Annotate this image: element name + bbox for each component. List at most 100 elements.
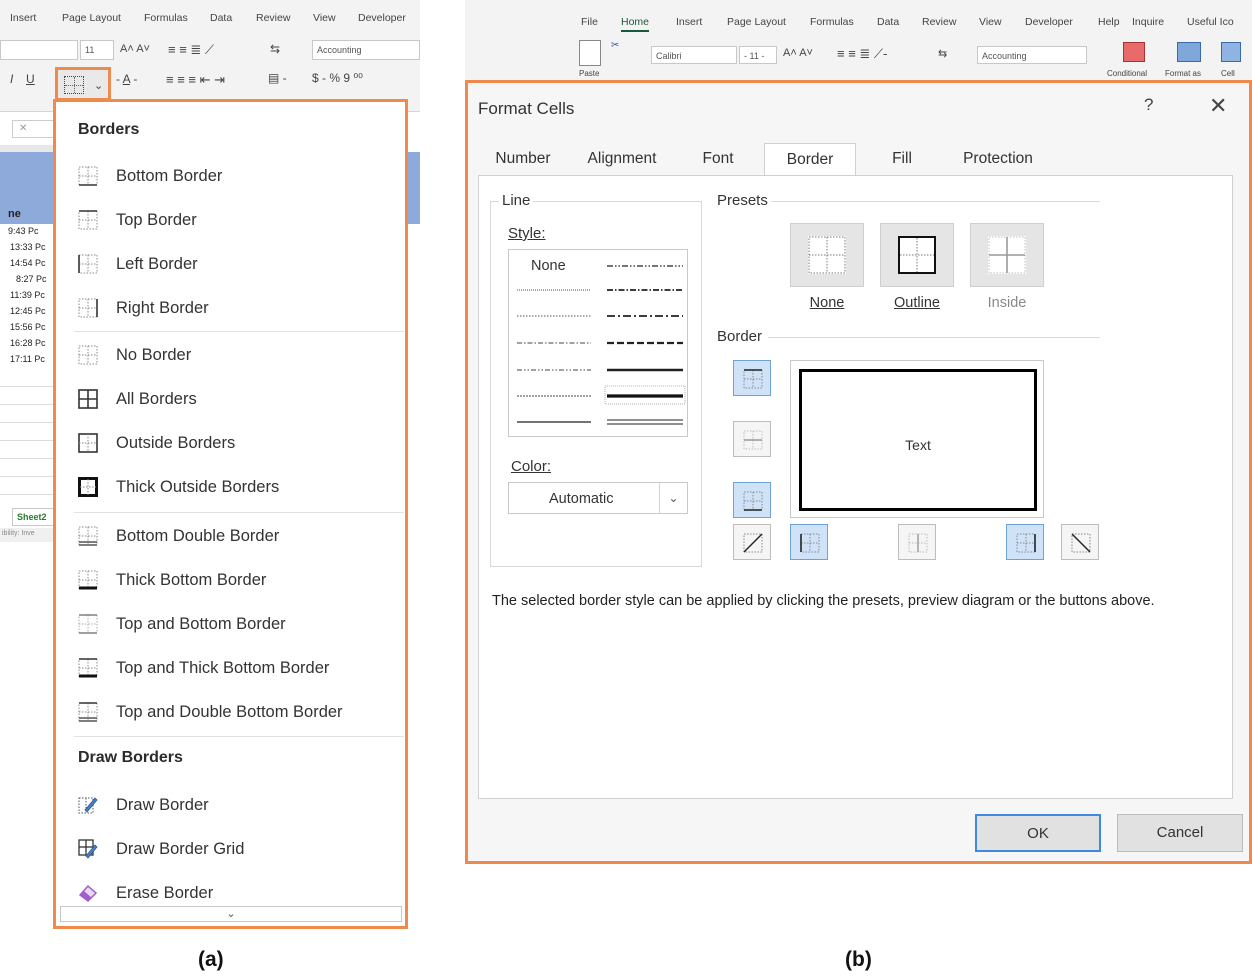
number-format-value: Accounting: [317, 45, 362, 55]
align-icons[interactable]: ≡ ≡ ≣ ⟋-: [837, 46, 887, 62]
border-top-button[interactable]: [733, 360, 771, 396]
tab-file[interactable]: File: [581, 16, 598, 28]
cell-styles-icon[interactable]: [1221, 42, 1241, 62]
cut-icon[interactable]: ✂: [611, 40, 619, 51]
color-dropdown[interactable]: Automatic ⌄: [508, 482, 688, 514]
tab-formulas[interactable]: Formulas: [810, 16, 854, 28]
tab-alignment[interactable]: Alignment: [572, 143, 672, 176]
tab-useful-icons[interactable]: Useful Ico: [1187, 16, 1234, 28]
borders-button[interactable]: ⌄: [55, 67, 111, 101]
chevron-down-icon[interactable]: ⌄: [659, 483, 687, 513]
menu-item-all-borders[interactable]: All Borders: [74, 379, 399, 419]
wrap-text-icon[interactable]: ⇆: [270, 42, 280, 56]
tab-view[interactable]: View: [979, 16, 1002, 28]
tab-page-layout[interactable]: Page Layout: [62, 12, 121, 24]
menu-item-thick-bottom-border[interactable]: Thick Bottom Border: [74, 560, 399, 600]
paste-icon[interactable]: [579, 40, 601, 66]
menu-separator: [74, 736, 404, 737]
tab-developer[interactable]: Developer: [1025, 16, 1073, 28]
tab-review[interactable]: Review: [922, 16, 956, 28]
grow-shrink-font-icon[interactable]: A˄ A˅: [120, 43, 150, 55]
align-icons[interactable]: ≡ ≡ ≡ ⇤ ⇥: [166, 72, 225, 88]
tab-inquire[interactable]: Inquire: [1132, 16, 1164, 28]
font-color-icon[interactable]: - A -: [116, 72, 137, 86]
merge-icon[interactable]: ▤ -: [268, 71, 287, 85]
border-right-button[interactable]: [1006, 524, 1044, 560]
number-format-combo[interactable]: Accounting: [977, 46, 1087, 64]
menu-item-thick-outside-borders[interactable]: Thick Outside Borders: [74, 467, 399, 507]
wrap-text-icon[interactable]: ⇆: [938, 47, 947, 60]
preset-inside-button[interactable]: [970, 223, 1044, 287]
menu-scroll-down[interactable]: ⌄: [60, 906, 402, 922]
italic-icon[interactable]: I: [10, 72, 13, 86]
border-diagonal-down-button[interactable]: [1061, 524, 1099, 560]
close-icon[interactable]: ✕: [1209, 93, 1227, 119]
diagonal-up-border-icon: [743, 533, 763, 553]
tab-border[interactable]: Border: [764, 143, 856, 176]
font-size-value: 11: [85, 45, 95, 55]
tab-fill[interactable]: Fill: [862, 143, 942, 176]
menu-item-right-border[interactable]: Right Border: [74, 288, 399, 328]
preview-text: Text: [905, 437, 931, 453]
tab-help[interactable]: Help: [1098, 16, 1120, 28]
ok-button[interactable]: OK: [975, 814, 1101, 852]
preset-outline-button[interactable]: [880, 223, 954, 287]
caption-b: (b): [845, 948, 872, 971]
underline-icon[interactable]: U: [26, 72, 35, 86]
border-inside-vertical-button[interactable]: [898, 524, 936, 560]
tab-developer[interactable]: Developer: [358, 12, 406, 24]
font-size-combo[interactable]: 11: [80, 40, 114, 60]
cancel-button[interactable]: Cancel: [1117, 814, 1243, 852]
menu-item-no-border[interactable]: No Border: [74, 335, 399, 375]
font-name-combo[interactable]: Calibri: [651, 46, 737, 64]
border-left-button[interactable]: [790, 524, 828, 560]
border-bottom-button[interactable]: [733, 482, 771, 518]
conditional-formatting-icon[interactable]: [1123, 42, 1145, 62]
number-format-combo[interactable]: Accounting: [312, 40, 420, 60]
tab-view[interactable]: View: [313, 12, 336, 24]
line-style-list[interactable]: None: [508, 249, 688, 437]
menu-item-outside-borders[interactable]: Outside Borders: [74, 423, 399, 463]
border-diagonal-up-button[interactable]: [733, 524, 771, 560]
bottom-double-border-icon: [78, 526, 98, 546]
preset-inside-icon: [988, 236, 1026, 274]
tab-review[interactable]: Review: [256, 12, 290, 24]
tab-insert[interactable]: Insert: [10, 12, 36, 24]
font-name-combo[interactable]: [0, 40, 78, 60]
sheet-tab[interactable]: Sheet2: [12, 508, 56, 526]
menu-item-top-bottom-border[interactable]: Top and Bottom Border: [74, 604, 399, 644]
tab-font[interactable]: Font: [678, 143, 758, 176]
menu-item-bottom-double-border[interactable]: Bottom Double Border: [74, 516, 399, 556]
align-top-icons[interactable]: ≡ ≡ ≣ ⟋: [168, 42, 214, 58]
menu-item-top-border[interactable]: Top Border: [74, 200, 399, 240]
tab-data[interactable]: Data: [877, 16, 899, 28]
tab-page-layout[interactable]: Page Layout: [727, 16, 786, 28]
currency-icons[interactable]: $ - % 9 ⁰⁰: [312, 71, 363, 85]
menu-item-label: Right Border: [116, 299, 209, 317]
time-cell: 11:39 Pc: [10, 290, 45, 300]
menu-item-bottom-border[interactable]: Bottom Border: [74, 156, 399, 196]
tab-protection[interactable]: Protection: [948, 143, 1048, 176]
preset-none-button[interactable]: [790, 223, 864, 287]
top-border-icon: [743, 369, 763, 389]
grow-shrink-font-icon[interactable]: A˄ A˅: [783, 47, 813, 59]
menu-item-top-thick-bottom-border[interactable]: Top and Thick Bottom Border: [74, 648, 399, 688]
menu-item-draw-border-grid[interactable]: Draw Border Grid: [74, 829, 399, 869]
menu-item-top-double-bottom-border[interactable]: Top and Double Bottom Border: [74, 692, 399, 732]
border-inside-horizontal-button[interactable]: [733, 421, 771, 457]
border-preview[interactable]: Text: [790, 360, 1044, 518]
menu-item-draw-border[interactable]: Draw Border: [74, 785, 399, 825]
border-section-label: Border: [714, 328, 766, 345]
tab-insert[interactable]: Insert: [676, 16, 702, 28]
tab-formulas[interactable]: Formulas: [144, 12, 188, 24]
tab-number[interactable]: Number: [478, 143, 568, 176]
help-button[interactable]: ?: [1144, 95, 1153, 115]
tab-home[interactable]: Home: [621, 16, 650, 32]
preview-cell: Text: [799, 369, 1037, 511]
cancel-formula-icon[interactable]: ✕: [12, 120, 54, 138]
panel-a: Insert Page Layout Formulas Data Review …: [0, 0, 420, 940]
tab-data[interactable]: Data: [210, 12, 232, 24]
format-as-table-icon[interactable]: [1177, 42, 1201, 62]
menu-item-left-border[interactable]: Left Border: [74, 244, 399, 284]
font-size-combo[interactable]: - 11 -: [739, 46, 777, 64]
